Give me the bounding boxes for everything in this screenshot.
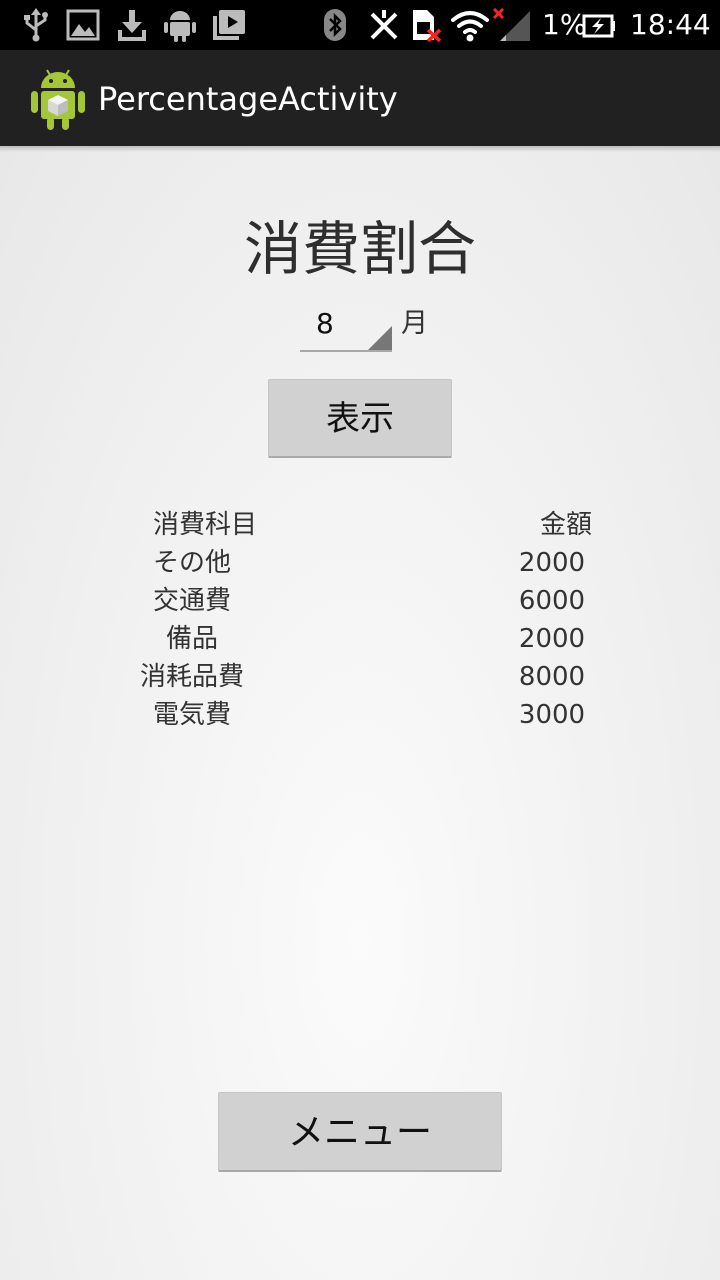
battery-charging-icon <box>582 14 615 38</box>
month-spinner[interactable]: 8 <box>300 300 392 352</box>
row-category: その他 <box>152 548 231 578</box>
media-icon <box>213 10 245 40</box>
row-amount: 2000 <box>518 548 586 578</box>
status-bar: 1% 18:44 <box>0 0 720 50</box>
download-icon <box>118 10 146 41</box>
battery-percent: 1% <box>542 8 587 41</box>
row-category: 交通費 <box>152 586 231 616</box>
usb-icon <box>24 8 48 42</box>
row-amount: 8000 <box>518 662 586 692</box>
nfc-icon <box>370 10 398 40</box>
wifi-icon <box>451 11 489 42</box>
row-amount: 2000 <box>518 624 586 654</box>
signal-icon <box>492 8 530 41</box>
bluetooth-icon <box>324 9 346 41</box>
page-title: 消費割合 <box>243 215 476 283</box>
gallery-icon <box>66 9 100 41</box>
dropdown-arrow-icon <box>368 326 392 350</box>
action-bar-shadow <box>0 146 720 152</box>
action-bar: PercentageActivity <box>0 50 720 146</box>
show-button[interactable]: 表示 <box>268 379 452 458</box>
android-debug-icon <box>164 11 196 42</box>
month-unit-label: 月 <box>401 308 428 339</box>
month-spinner-value: 8 <box>316 307 334 340</box>
row-amount: 3000 <box>518 700 586 730</box>
app-title: PercentageActivity <box>98 80 398 118</box>
clock: 18:44 <box>630 8 711 41</box>
row-amount: 6000 <box>518 586 586 616</box>
row-category: 消耗品費 <box>139 662 244 692</box>
row-category: 電気費 <box>152 700 231 730</box>
sim-error-icon <box>413 10 442 42</box>
header-amount: 金額 <box>539 510 592 540</box>
row-category: 備品 <box>165 624 218 654</box>
android-app-icon <box>31 69 85 130</box>
menu-button[interactable]: メニュー <box>218 1092 502 1172</box>
header-category: 消費科目 <box>152 510 257 540</box>
